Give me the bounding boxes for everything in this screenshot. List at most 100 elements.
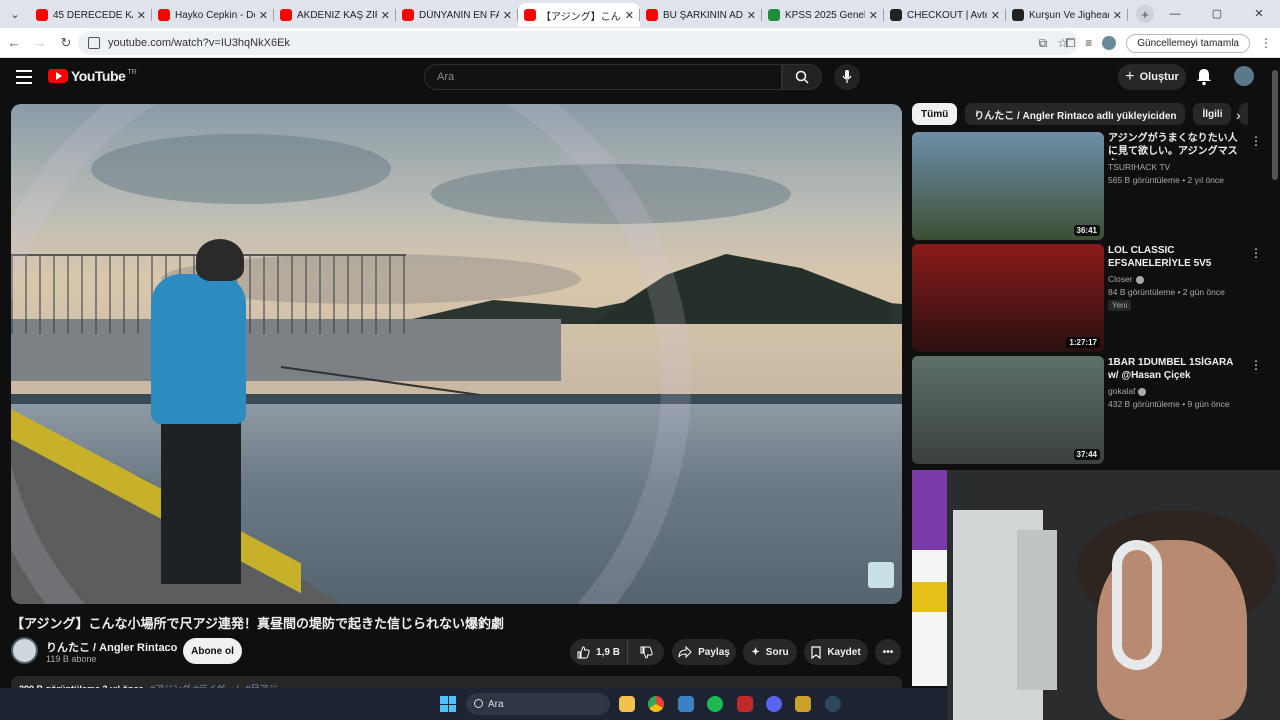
- browser-menu-icon[interactable]: ⋮: [1260, 36, 1272, 50]
- recommended-video[interactable]: 37:44 1BAR 1DUMBEL 1SİGARA w/ @Hasan Çiçe…: [912, 356, 1264, 464]
- tab-favicon-icon: [1012, 9, 1024, 21]
- tab-close-icon[interactable]: ✕: [869, 9, 878, 22]
- video-thumbnail[interactable]: 37:44: [912, 356, 1104, 464]
- recommended-channel[interactable]: gokalaf: [1108, 386, 1147, 396]
- windows-taskbar: Ara: [0, 688, 947, 720]
- save-button[interactable]: Kaydet: [804, 639, 868, 665]
- search-input[interactable]: Ara: [424, 64, 782, 90]
- new-tab-button[interactable]: +: [1136, 5, 1154, 23]
- close-window-button[interactable]: ✕: [1238, 0, 1280, 28]
- video-thumbnail[interactable]: 36:41: [912, 132, 1104, 240]
- browser-tab[interactable]: AKDENİZ KAŞ ZIPKIN ✕: [274, 3, 396, 27]
- chevron-right-icon[interactable]: ›: [1236, 107, 1241, 123]
- recommended-video[interactable]: 36:41 アジングがうまくなりたい人に見て欲しい。アジングマスター... TSUR…: [912, 132, 1264, 240]
- subscribe-button[interactable]: Abone ol: [183, 638, 242, 664]
- tab-title: 45 DERECEDE KAMP: [53, 9, 133, 21]
- update-button[interactable]: Güncellemeyi tamamla: [1126, 33, 1250, 53]
- youtube-logo[interactable]: YouTube TR: [48, 68, 137, 84]
- youtube-wordmark: YouTube: [71, 68, 126, 84]
- channel-name[interactable]: りんたこ / Angler Rintaco: [46, 639, 177, 655]
- maximize-button[interactable]: ▢: [1196, 0, 1238, 28]
- tab-title: DÜNYANIN EN FAKİR: [419, 9, 499, 21]
- recommended-title[interactable]: 1BAR 1DUMBEL 1SİGARA w/ @Hasan Çiçek: [1108, 356, 1244, 382]
- notifications-bell-icon[interactable]: [1196, 68, 1212, 91]
- more-vertical-icon[interactable]: ⋮: [1250, 246, 1262, 260]
- tab-close-icon[interactable]: ✕: [259, 9, 268, 22]
- video-thumbnail[interactable]: 1:27:17: [912, 244, 1104, 352]
- dislike-button[interactable]: [628, 639, 664, 665]
- discord-icon[interactable]: [766, 696, 782, 712]
- create-button[interactable]: + Oluştur: [1118, 64, 1186, 90]
- guide-menu-icon[interactable]: [16, 70, 32, 88]
- site-info-icon[interactable]: [88, 37, 100, 49]
- verified-icon: [1135, 275, 1144, 284]
- recommended-title[interactable]: アジングがうまくなりたい人に見て欲しい。アジングマスター...: [1108, 132, 1244, 160]
- filter-chip[interactable]: Tümü: [912, 103, 958, 125]
- tab-close-icon[interactable]: ✕: [625, 9, 634, 22]
- url-bar[interactable]: youtube.com/watch?v=IU3hqNkX6Ek ⧉ ☆: [78, 31, 1078, 55]
- headphones: [1112, 540, 1162, 670]
- ask-label: Soru: [765, 646, 789, 658]
- account-avatar[interactable]: [1234, 66, 1254, 86]
- browser-tab[interactable]: CHECKOUT | Avtekno ✕: [884, 3, 1006, 27]
- windows-start-icon[interactable]: [440, 696, 456, 712]
- search-button[interactable]: [782, 64, 822, 90]
- ask-button[interactable]: ✦ Soru: [743, 639, 797, 665]
- like-button[interactable]: 1,9 B: [570, 639, 628, 665]
- more-vertical-icon[interactable]: ⋮: [1250, 134, 1262, 148]
- install-app-icon[interactable]: ⧉: [1039, 36, 1048, 51]
- more-vertical-icon[interactable]: ⋮: [1250, 358, 1262, 372]
- more-actions-button[interactable]: •••: [875, 639, 901, 665]
- page-scrollbar[interactable]: [1272, 70, 1278, 180]
- recommended-channel[interactable]: TSURIHACK TV: [1108, 162, 1170, 172]
- browser-tab[interactable]: Hayko Cepkin - Dem ✕: [152, 3, 274, 27]
- filter-chip[interactable]: İlgili: [1193, 103, 1232, 125]
- video-duration: 1:27:17: [1066, 337, 1100, 348]
- tab-close-icon[interactable]: ✕: [381, 9, 390, 22]
- app-yellow-icon[interactable]: [795, 696, 811, 712]
- create-label: Oluştur: [1139, 71, 1179, 83]
- recommended-channel[interactable]: Closer: [1108, 274, 1144, 284]
- filter-chip[interactable]: りんたこ / Angler Rintaco adlı yükleyiciden: [965, 103, 1186, 125]
- tab-close-icon[interactable]: ✕: [747, 9, 756, 22]
- tab-close-icon[interactable]: ✕: [137, 9, 146, 22]
- voice-search-button[interactable]: [834, 64, 860, 90]
- address-toolbar: ← → ↻ youtube.com/watch?v=IU3hqNkX6Ek ⧉ …: [0, 28, 1280, 58]
- browser-tab[interactable]: 45 DERECEDE KAMP ✕: [30, 3, 152, 27]
- steam-icon[interactable]: [825, 696, 841, 712]
- profile-avatar-icon[interactable]: [1102, 36, 1117, 50]
- back-button[interactable]: ←: [2, 35, 26, 50]
- video-player[interactable]: [11, 104, 902, 604]
- channel-watermark[interactable]: [868, 562, 894, 588]
- app-red-icon[interactable]: [737, 696, 753, 712]
- reload-button[interactable]: ↻: [54, 35, 78, 51]
- save-label: Kaydet: [827, 646, 861, 658]
- recommended-video[interactable]: 1:27:17 LOL CLASSIC EFSANELERİYLE 5V5 Clos…: [912, 244, 1264, 352]
- forward-button[interactable]: →: [28, 35, 52, 50]
- browser-tab[interactable]: Kurşun Ve Jighead fi ✕: [1006, 3, 1128, 27]
- tab-close-icon[interactable]: ✕: [991, 9, 1000, 22]
- browser-tab[interactable]: 【アジング】こんな小場所 ✕: [518, 3, 640, 27]
- share-label: Paylaş: [698, 646, 730, 658]
- taskbar-search[interactable]: Ara: [466, 693, 610, 715]
- file-explorer-icon[interactable]: [619, 696, 635, 712]
- app-icon[interactable]: [678, 696, 694, 712]
- tab-favicon-icon: [646, 9, 658, 21]
- tab-favicon-icon: [402, 9, 414, 21]
- browser-tab[interactable]: BU ŞARKININ ADI NE ✕: [640, 3, 762, 27]
- channel-avatar[interactable]: [11, 637, 38, 664]
- share-button[interactable]: Paylaş: [672, 639, 736, 665]
- tab-close-icon[interactable]: ✕: [503, 9, 512, 22]
- browser-tab[interactable]: KPSS 2025 Genel Yete ✕: [762, 3, 884, 27]
- reading-list-icon[interactable]: ≡: [1085, 36, 1092, 50]
- minimize-button[interactable]: —: [1154, 0, 1196, 28]
- tab-search-chevron-icon[interactable]: ⌄: [0, 0, 30, 28]
- recommended-title[interactable]: LOL CLASSIC EFSANELERİYLE 5V5: [1108, 244, 1244, 270]
- browser-tab[interactable]: DÜNYANIN EN FAKİR ✕: [396, 3, 518, 27]
- extensions-icon[interactable]: ⧠: [1066, 36, 1076, 51]
- spotify-icon[interactable]: [707, 696, 723, 712]
- chrome-icon[interactable]: [648, 696, 664, 712]
- tab-close-icon[interactable]: ✕: [1113, 9, 1122, 22]
- tab-favicon-icon: [890, 9, 902, 21]
- recommendation-thumbnail-partial[interactable]: [912, 470, 947, 686]
